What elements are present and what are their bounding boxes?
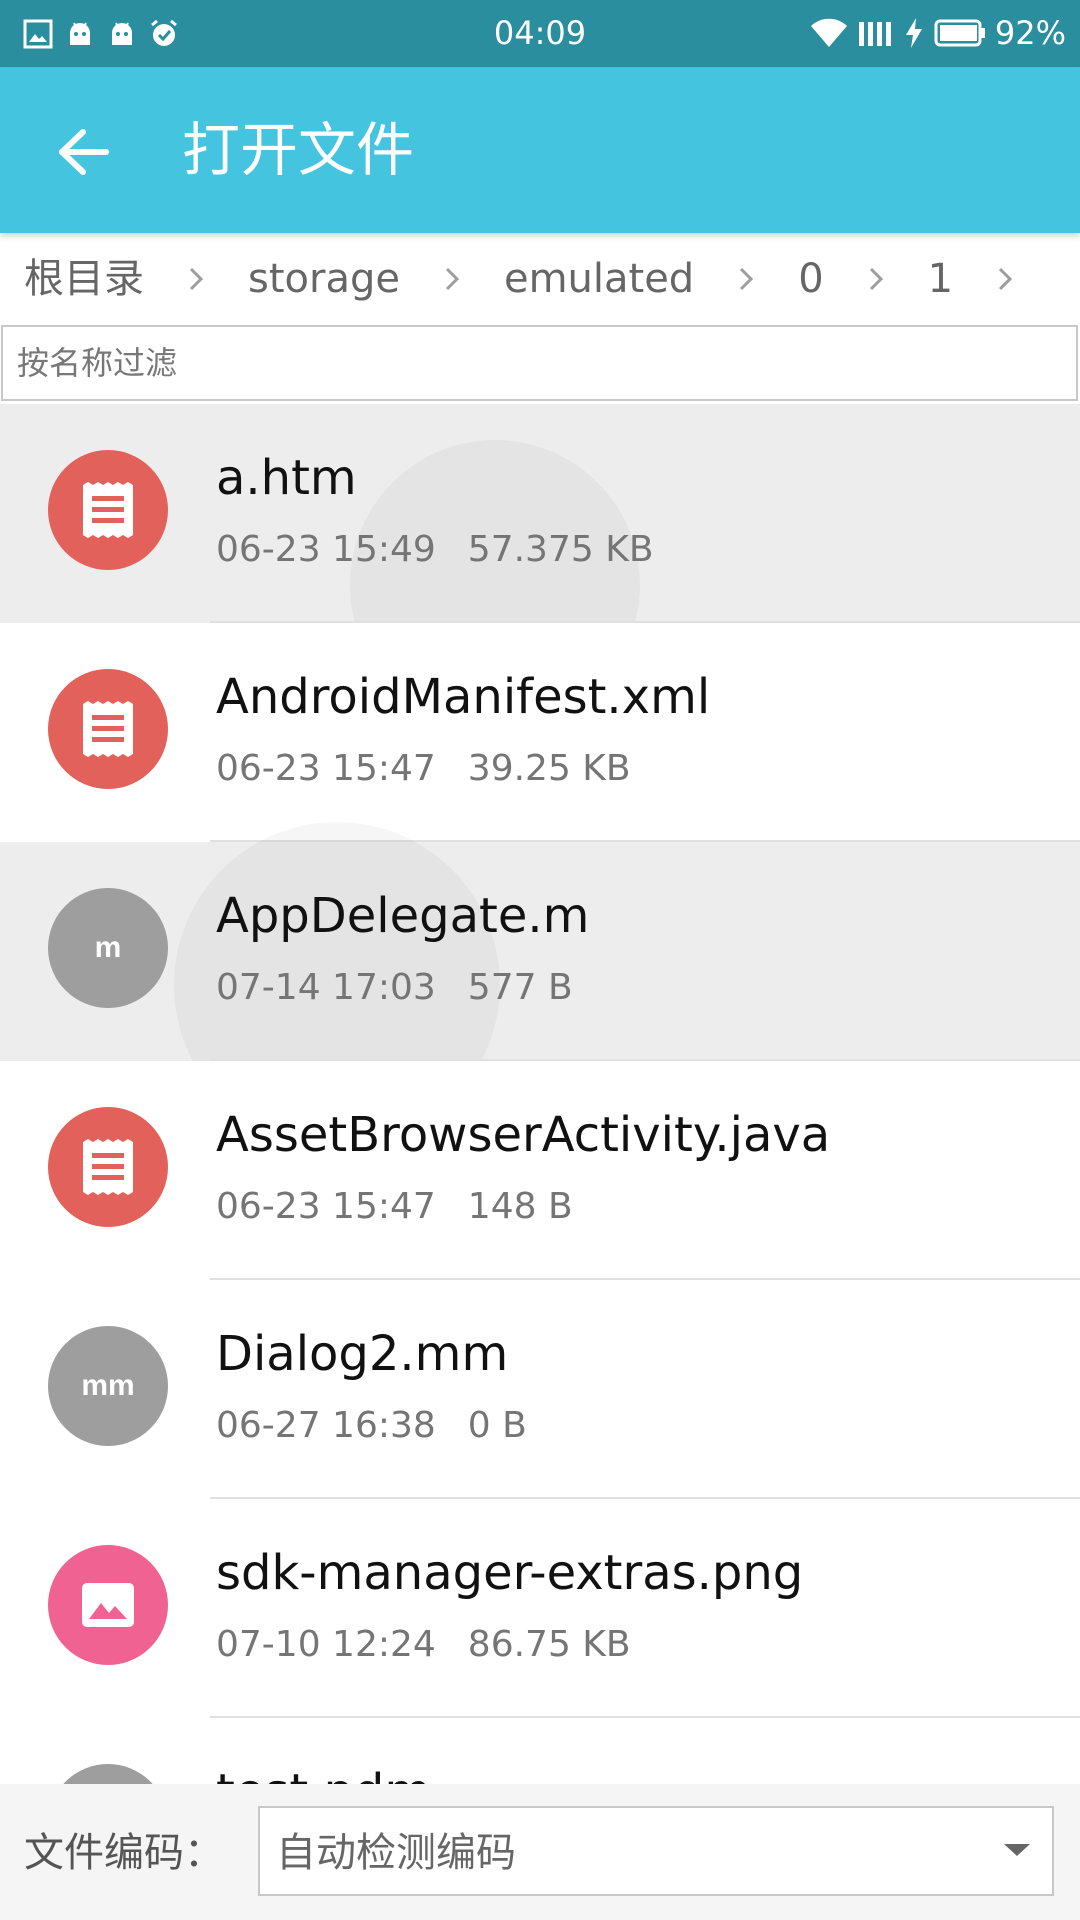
page-title: 打开文件 [182, 116, 415, 184]
breadcrumb-item-root[interactable]: 根目录 [24, 255, 144, 303]
list-item[interactable]: test.pdm [0, 1718, 1080, 1784]
chevron-right-icon [868, 265, 884, 293]
charging-icon [903, 17, 925, 49]
chevron-right-icon [444, 265, 460, 293]
file-type-avatar [48, 669, 168, 789]
wifi-icon [809, 17, 849, 49]
list-item[interactable]: mm Dialog2.mm 06-27 16:38 0 B [0, 1280, 1080, 1499]
file-name: AndroidManifest.xml [216, 669, 711, 725]
file-meta: 07-14 17:03 577 B [216, 966, 573, 1010]
file-meta: 07-10 12:24 86.75 KB [216, 1623, 631, 1667]
file-name: sdk-manager-extras.png [216, 1545, 804, 1601]
image-icon [82, 1583, 134, 1627]
status-bar: 04:09 92% [0, 0, 1080, 67]
file-date: 06-23 15:47 [216, 748, 436, 789]
filter-input[interactable] [1, 325, 1078, 401]
chevron-right-icon [997, 265, 1013, 293]
list-item[interactable]: AssetBrowserActivity.java 06-23 15:47 148… [0, 1061, 1080, 1280]
file-size: 0 B [467, 1405, 527, 1446]
file-meta: 06-23 15:47 148 B [216, 1185, 573, 1229]
battery-icon [933, 17, 987, 49]
file-date: 06-23 15:49 [216, 529, 436, 570]
list-item[interactable]: sdk-manager-extras.png 07-10 12:24 86.75 … [0, 1499, 1080, 1718]
file-date: 06-27 16:38 [216, 1405, 436, 1446]
file-size: 148 B [467, 1186, 573, 1227]
battery-percent: 92% [994, 14, 1066, 52]
file-date: 07-14 17:03 [216, 967, 436, 1008]
list-item[interactable]: AndroidManifest.xml 06-23 15:47 39.25 KB [0, 623, 1080, 842]
file-name: AppDelegate.m [216, 888, 590, 944]
arrow-left-icon [59, 129, 109, 175]
open-file-screen: 04:09 92% 打开文件 根目录 storage emulated 0 1 … [0, 0, 1080, 1920]
encoding-bar: 文件编码： 自动检测编码 [0, 1784, 1080, 1920]
encoding-select[interactable]: 自动检测编码 [258, 1806, 1054, 1896]
file-size: 577 B [467, 967, 573, 1008]
file-size: 39.25 KB [467, 748, 631, 789]
document-icon [83, 482, 133, 538]
file-type-avatar [48, 1545, 168, 1665]
encoding-value: 自动检测编码 [276, 1830, 516, 1876]
file-name: a.htm [216, 450, 357, 506]
document-icon [83, 1139, 133, 1195]
file-type-avatar: mm [48, 1326, 168, 1446]
file-type-label: m [94, 931, 122, 964]
breadcrumb-item-1[interactable]: 1 [928, 255, 953, 303]
breadcrumb-item-emulated[interactable]: emulated [504, 255, 694, 303]
file-type-avatar [48, 450, 168, 570]
file-date: 07-10 12:24 [216, 1624, 436, 1665]
file-name: test.pdm [216, 1762, 431, 1784]
file-size: 86.75 KB [467, 1624, 631, 1665]
chevron-right-icon [188, 265, 204, 293]
back-button[interactable] [48, 117, 118, 187]
filter-bar [0, 325, 1080, 403]
file-type-avatar: m [48, 888, 168, 1008]
chevron-right-icon [738, 265, 754, 293]
file-type-avatar [48, 1107, 168, 1227]
file-name: AssetBrowserActivity.java [216, 1107, 831, 1163]
signal-icon [857, 17, 895, 49]
file-type-avatar [48, 1764, 168, 1784]
app-bar: 打开文件 [0, 67, 1080, 233]
file-type-label: mm [81, 1369, 135, 1402]
file-date: 06-23 15:47 [216, 1186, 436, 1227]
breadcrumb: 根目录 storage emulated 0 1 [0, 233, 1080, 325]
list-item[interactable]: m AppDelegate.m 07-14 17:03 577 B [0, 842, 1080, 1061]
encoding-label: 文件编码： [24, 1830, 224, 1876]
list-item[interactable]: a.htm 06-23 15:49 57.375 KB [0, 404, 1080, 623]
document-icon [83, 701, 133, 757]
file-meta: 06-27 16:38 0 B [216, 1404, 527, 1448]
breadcrumb-item-0[interactable]: 0 [798, 255, 823, 303]
file-meta: 06-23 15:47 39.25 KB [216, 747, 631, 791]
file-size: 57.375 KB [467, 529, 654, 570]
triangle-down-icon [1004, 1844, 1030, 1856]
status-bar-system: 92% [809, 13, 1066, 53]
file-name: Dialog2.mm [216, 1326, 509, 1382]
breadcrumb-item-storage[interactable]: storage [248, 255, 400, 303]
file-list: a.htm 06-23 15:49 57.375 KB AndroidManife… [0, 404, 1080, 1784]
file-meta: 06-23 15:49 57.375 KB [216, 528, 654, 572]
